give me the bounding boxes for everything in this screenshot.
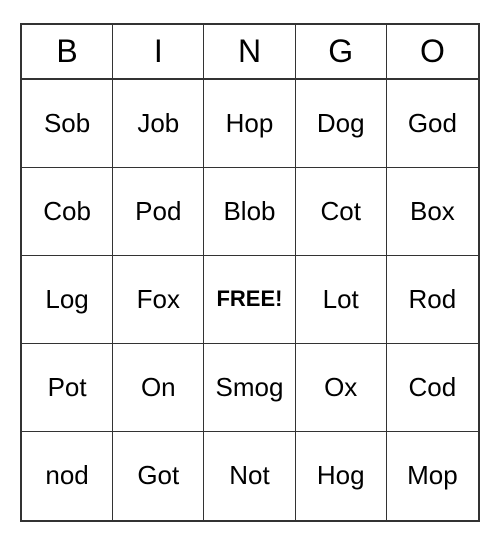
header-letter: N [204, 25, 295, 78]
grid-cell: Hog [296, 432, 387, 520]
grid-cell: Got [113, 432, 204, 520]
header-letter: B [22, 25, 113, 78]
grid-cell: On [113, 344, 204, 432]
header-letter: I [113, 25, 204, 78]
grid-cell: Dog [296, 80, 387, 168]
header-letter: G [296, 25, 387, 78]
grid-cell: Sob [22, 80, 113, 168]
grid-cell: Smog [204, 344, 295, 432]
grid-cell: Rod [387, 256, 478, 344]
bingo-card: BINGO SobJobHopDogGod CobPodBlobCotBox Log… [20, 23, 480, 522]
grid-cell: Log [22, 256, 113, 344]
grid-cell: Mop [387, 432, 478, 520]
grid-cell: Fox [113, 256, 204, 344]
grid-cell: Lot [296, 256, 387, 344]
grid-cell: God [387, 80, 478, 168]
bingo-header: BINGO [22, 25, 478, 80]
grid-cell: Job [113, 80, 204, 168]
grid-cell: Cot [296, 168, 387, 256]
grid-cell: Cob [22, 168, 113, 256]
grid-cell: Cod [387, 344, 478, 432]
bingo-grid: SobJobHopDogGod CobPodBlobCotBox LogFoxFRE… [22, 80, 478, 520]
grid-cell: Pot [22, 344, 113, 432]
grid-cell: Pod [113, 168, 204, 256]
grid-cell: Hop [204, 80, 295, 168]
grid-cell: Blob [204, 168, 295, 256]
header-letter: O [387, 25, 478, 78]
grid-cell: nod [22, 432, 113, 520]
grid-cell: Ox [296, 344, 387, 432]
grid-cell: Not [204, 432, 295, 520]
grid-cell: Box [387, 168, 478, 256]
free-cell: FREE! [204, 256, 295, 344]
